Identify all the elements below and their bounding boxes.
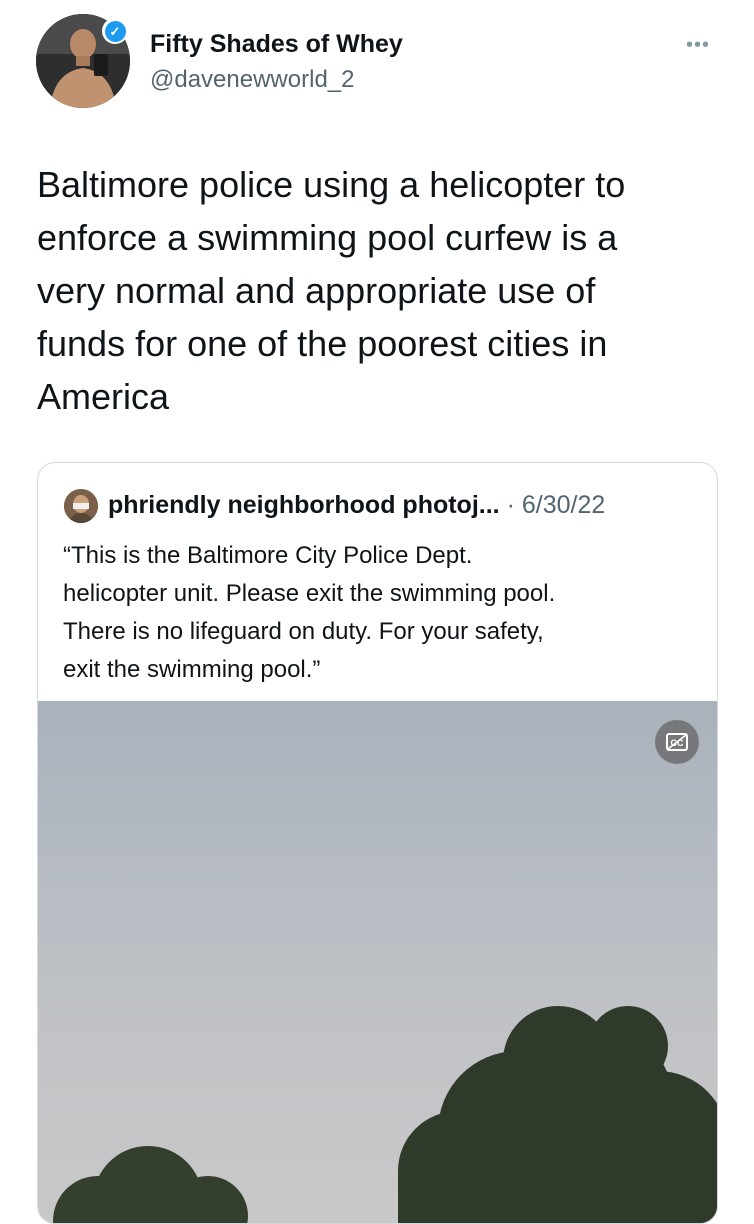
- quoted-separator: ·: [499, 491, 522, 519]
- closed-captions-icon: CC: [666, 733, 688, 751]
- author-display-name[interactable]: Fifty Shades of Whey: [150, 30, 403, 59]
- more-options-icon[interactable]: •••: [686, 34, 710, 57]
- author-handle[interactable]: @davenewworld_2: [150, 66, 354, 94]
- quoted-author-avatar: [64, 489, 98, 523]
- verified-check-icon: ✓: [104, 20, 126, 42]
- quoted-date: 6/30/22: [521, 491, 606, 519]
- video-thumbnail-trees: [53, 1006, 717, 1223]
- closed-captions-button[interactable]: CC: [655, 720, 699, 764]
- verified-badge: ✓: [102, 18, 128, 44]
- quoted-header: phriendly neighborhood photoj... · 6/30/…: [108, 491, 605, 520]
- svg-text:CC: CC: [671, 738, 684, 748]
- quoted-tweet-card[interactable]: phriendly neighborhood photoj... · 6/30/…: [37, 462, 718, 1224]
- quoted-text: “This is the Baltimore City Police Dept.…: [63, 542, 556, 683]
- tweet-text: Baltimore police using a helicopter to e…: [37, 164, 626, 417]
- quoted-author-name: phriendly neighborhood photoj...: [108, 491, 500, 519]
- quoted-video[interactable]: CC: [38, 701, 717, 1223]
